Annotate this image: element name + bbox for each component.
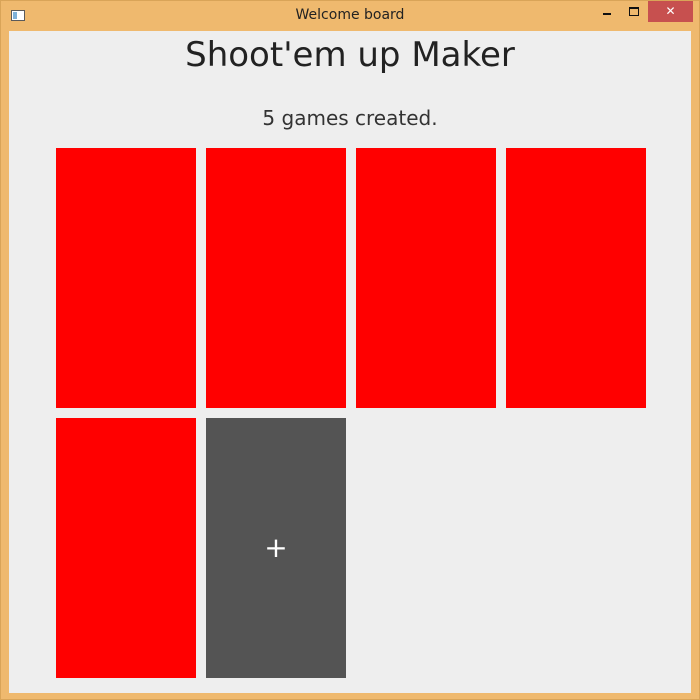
game-tile[interactable] xyxy=(56,148,196,408)
close-icon: ✕ xyxy=(665,4,676,18)
maximize-icon xyxy=(629,7,639,16)
maximize-button[interactable] xyxy=(621,1,647,22)
minimize-icon xyxy=(603,12,611,15)
welcome-board: Shoot'em up Maker 5 games created. + xyxy=(9,31,691,693)
game-tile[interactable] xyxy=(56,418,196,678)
games-count-text: 5 games created. xyxy=(262,106,438,130)
minimize-button[interactable] xyxy=(594,1,620,22)
game-tile[interactable] xyxy=(356,148,496,408)
page-title: Shoot'em up Maker xyxy=(185,35,515,75)
game-tile[interactable] xyxy=(506,148,646,408)
title-bar[interactable]: Welcome board ✕ xyxy=(1,1,699,31)
app-window: Welcome board ✕ Shoot'em up Maker 5 game… xyxy=(0,0,700,700)
plus-icon: + xyxy=(264,531,288,564)
add-game-button[interactable]: + xyxy=(206,418,346,678)
close-button[interactable]: ✕ xyxy=(648,1,693,22)
game-tile[interactable] xyxy=(206,148,346,408)
